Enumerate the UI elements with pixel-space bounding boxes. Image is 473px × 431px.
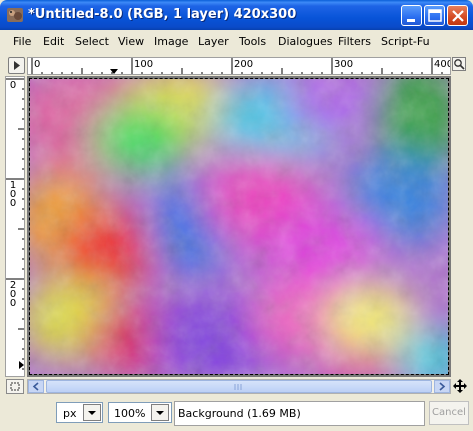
horizontal-scrollbar[interactable]	[27, 379, 451, 394]
plasma-image[interactable]	[29, 78, 449, 375]
menu-view[interactable]: View	[118, 35, 144, 48]
arrow-left-icon	[32, 382, 39, 391]
title-bar[interactable]: *Untitled-8.0 (RGB, 1 layer) 420x300	[0, 0, 473, 30]
navigate-icon	[10, 382, 20, 391]
menu-dialogues[interactable]: Dialogues	[278, 35, 333, 48]
pointer-marker-icon	[19, 361, 24, 369]
chevron-down-icon	[88, 411, 96, 415]
move-cross-icon[interactable]	[453, 379, 467, 393]
ruler-label: 200	[234, 59, 254, 70]
horizontal-ruler[interactable]: 0 100 200 300 400	[27, 57, 451, 75]
menu-file[interactable]: File	[13, 35, 31, 48]
vertical-ruler[interactable]: 0 100 200	[5, 76, 25, 377]
magnifier-icon	[454, 59, 465, 70]
menu-layer[interactable]: Layer	[198, 35, 229, 48]
navigate-button[interactable]	[6, 379, 24, 394]
triangle-right-icon	[14, 61, 20, 70]
menu-script-fu[interactable]: Script-Fu	[381, 35, 430, 48]
ruler-label: 200	[9, 280, 17, 309]
chevron-down-icon	[156, 411, 164, 415]
zoom-dropdown-button[interactable]	[151, 404, 169, 421]
image-menu-button[interactable]	[8, 57, 25, 74]
layer-info: Background (1.69 MB)	[178, 407, 301, 420]
scroll-thumb[interactable]	[46, 380, 432, 393]
zoom-toggle-button[interactable]	[452, 57, 466, 71]
menu-select[interactable]: Select	[75, 35, 109, 48]
pointer-marker-icon	[110, 69, 118, 74]
grip-icon	[234, 384, 242, 390]
maximize-button[interactable]	[424, 5, 445, 26]
canvas-area[interactable]	[27, 76, 451, 377]
close-button[interactable]	[447, 5, 468, 26]
menu-edit[interactable]: Edit	[43, 35, 64, 48]
unit-selector[interactable]: px	[56, 402, 103, 423]
menu-filters[interactable]: Filters	[338, 35, 371, 48]
window-title: *Untitled-8.0 (RGB, 1 layer) 420x300	[28, 7, 297, 22]
arrow-right-icon	[439, 382, 446, 391]
ruler-label: 0	[9, 80, 17, 91]
menu-tools[interactable]: Tools	[239, 35, 266, 48]
minimize-icon	[407, 19, 415, 22]
plasma-texture	[30, 79, 448, 374]
scroll-right-button[interactable]	[434, 380, 450, 393]
zoom-selector[interactable]: 100%	[108, 402, 172, 423]
zoom-value: 100%	[114, 407, 146, 420]
gimp-app-icon	[7, 8, 23, 22]
ruler-ticks	[6, 78, 24, 370]
unit-value: px	[63, 407, 77, 420]
close-icon	[452, 10, 464, 22]
ruler-label: 100	[134, 59, 154, 70]
scroll-left-button[interactable]	[28, 380, 44, 393]
ruler-label: 100	[9, 180, 17, 209]
ruler-label: 300	[334, 59, 354, 70]
unit-dropdown-button[interactable]	[83, 404, 101, 421]
status-message: Background (1.69 MB)	[174, 401, 425, 426]
menu-bar: File Edit Select View Image Layer Tools …	[4, 30, 469, 52]
minimize-button[interactable]	[401, 5, 422, 26]
cancel-button[interactable]: Cancel	[429, 401, 469, 425]
ruler-label: 400	[434, 59, 450, 70]
ruler-label: 0	[34, 59, 41, 70]
maximize-icon	[428, 9, 442, 22]
menu-image[interactable]: Image	[154, 35, 188, 48]
